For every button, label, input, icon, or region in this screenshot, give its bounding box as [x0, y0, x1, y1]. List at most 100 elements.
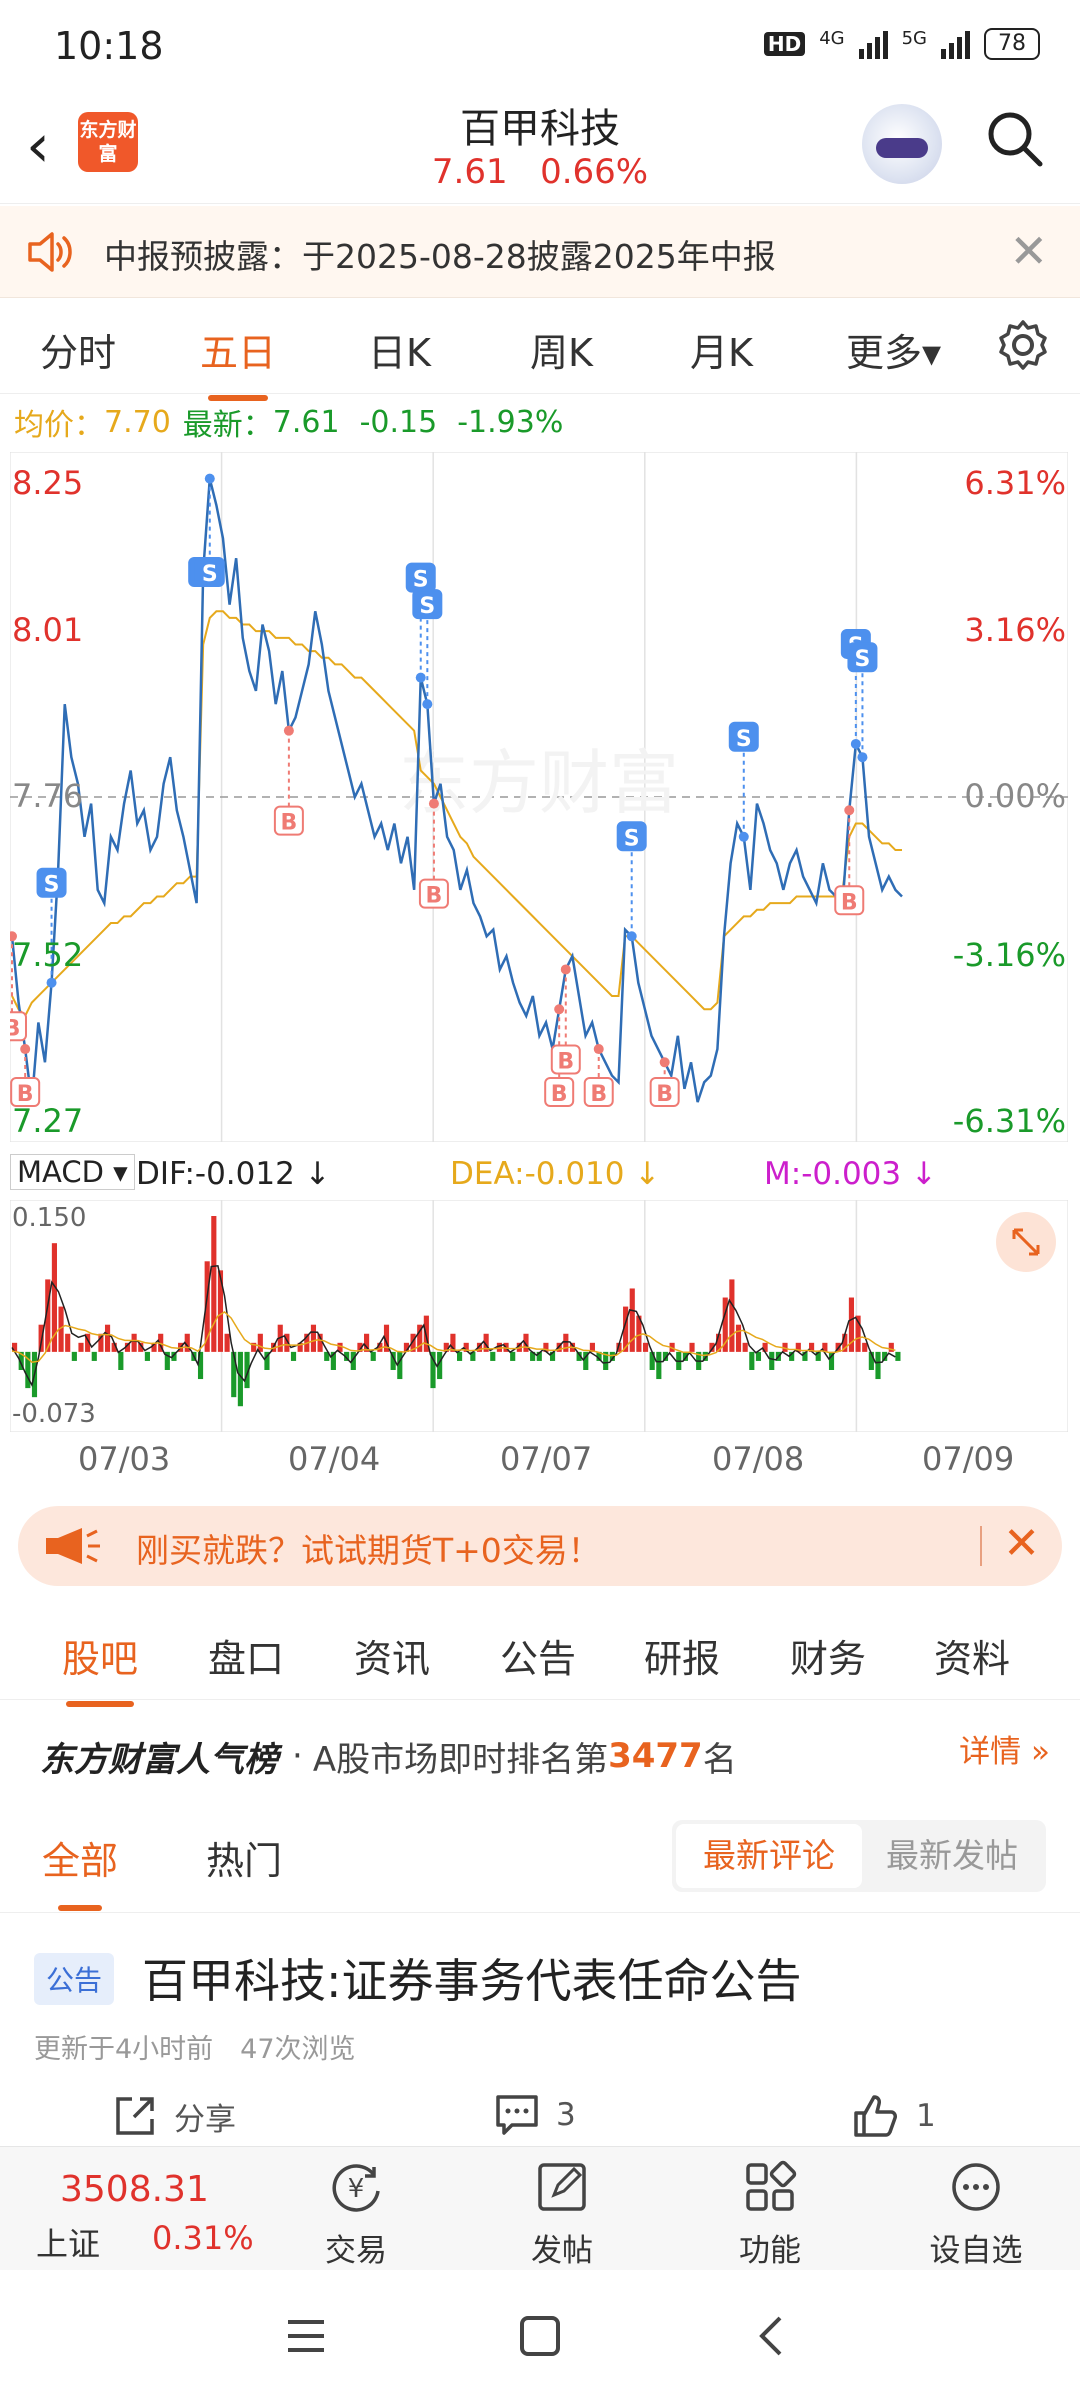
list-item[interactable]: 公告 百甲科技:证券事务代表任命公告 更新于4小时前 47次浏览 分享 3 1	[0, 1912, 1080, 2142]
trade-marker-dot	[738, 831, 749, 842]
date-label: 07/09	[922, 1440, 1015, 1478]
price-info-line: 均价： 7.70 最新： 7.61 -0.15 -1.93%	[14, 400, 563, 444]
edit-icon	[538, 2163, 586, 2211]
tab-news[interactable]: 资讯	[354, 1628, 430, 1683]
sort-latest-post[interactable]: 最新发帖	[862, 1824, 1042, 1888]
macd-bar	[290, 1351, 297, 1361]
futures-ad-banner[interactable]: 刚买就跌？试试期货T+0交易！ ✕	[18, 1506, 1062, 1586]
sort-toggle: 最新评论 最新发帖	[672, 1820, 1046, 1892]
back-nav-icon[interactable]	[756, 2314, 786, 2358]
macd-bar	[310, 1324, 317, 1352]
new-post-button[interactable]: 发帖	[492, 2157, 632, 2270]
macd-chart[interactable]: 0.150 -0.073	[10, 1200, 1068, 1432]
macd-bar	[71, 1351, 77, 1361]
y-tick-right: -6.31%	[953, 1102, 1066, 1140]
index-name[interactable]: 上证	[36, 2219, 100, 2265]
like-count: 1	[916, 2098, 936, 2134]
share-button[interactable]: 分享	[112, 2093, 236, 2139]
marker-label: S	[44, 873, 60, 898]
tab-five-day[interactable]: 五日	[200, 322, 276, 401]
tab-more[interactable]: 更多▾	[846, 322, 941, 377]
macd-bar	[257, 1333, 263, 1352]
y-tick-left: 8.01	[12, 611, 83, 649]
trade-marker-dot	[46, 977, 57, 988]
rank-number: 3477	[608, 1736, 703, 1776]
marker-label: B	[656, 1082, 673, 1107]
trade-marker-dot	[844, 805, 855, 816]
add-watchlist-button[interactable]: 设自选	[906, 2157, 1046, 2270]
more-dots-icon	[952, 2163, 1000, 2211]
trade-button[interactable]: ¥ 交易	[286, 2157, 426, 2270]
menu-icon[interactable]	[284, 2316, 328, 2356]
y-tick-left: 7.76	[12, 777, 83, 815]
ad-close-button[interactable]: ✕	[1003, 1518, 1040, 1569]
section-tabs: 股吧 盘口 资讯 公告 研报 财务 资料	[0, 1604, 1080, 1707]
filter-hot[interactable]: 热门	[206, 1830, 282, 1885]
marker-label: B	[551, 1082, 568, 1107]
rank-details-link[interactable]: 详情 »	[959, 1726, 1050, 1771]
latest-value: 7.61	[272, 404, 340, 440]
tab-announcements[interactable]: 公告	[500, 1628, 576, 1683]
marker-label: S	[855, 647, 871, 672]
rank-brand: 东方财富人气榜	[40, 1739, 278, 1780]
macd-bar	[895, 1351, 901, 1361]
macd-bar	[510, 1351, 516, 1361]
marker-label: S	[413, 568, 429, 593]
home-icon[interactable]	[518, 2314, 562, 2358]
index-value[interactable]: 3508.31	[60, 2169, 209, 2210]
tab-daily-k[interactable]: 日K	[368, 322, 431, 377]
tab-weekly-k[interactable]: 周K	[530, 322, 593, 377]
tab-profile[interactable]: 资料	[934, 1628, 1010, 1683]
announcement-badge: 公告	[34, 1953, 115, 2005]
macd-bar	[118, 1351, 124, 1370]
tab-research[interactable]: 研报	[644, 1628, 720, 1683]
five-day-price-chart[interactable]: 东方财富SSSSSSSSSBBBBBBBBB8.258.017.767.527.…	[10, 452, 1068, 1142]
tab-monthly-k[interactable]: 月K	[690, 322, 753, 377]
tab-pankou[interactable]: 盘口	[208, 1628, 284, 1683]
macd-bar	[735, 1324, 742, 1352]
stock-change-pct: 0.66%	[540, 152, 649, 192]
macd-bar	[131, 1333, 137, 1352]
marker-label: B	[557, 1049, 574, 1074]
macd-bar	[224, 1333, 230, 1352]
popularity-rank[interactable]: 东方财富人气榜 · A股市场即时排名第 3477 名 详情 »	[40, 1726, 1050, 1786]
filter-all[interactable]: 全部	[42, 1830, 118, 1911]
net-4g-label: 4G	[819, 28, 845, 49]
yuan-icon: ¥	[332, 2164, 380, 2212]
like-button[interactable]: 1	[852, 2093, 936, 2139]
sort-latest-comment[interactable]: 最新评论	[676, 1824, 862, 1888]
status-bar: 10:18 HD 4G 5G 78	[0, 0, 1080, 96]
assistant-avatar[interactable]	[862, 104, 942, 184]
marker-label: B	[10, 1016, 20, 1041]
battery-icon: 78	[984, 28, 1040, 60]
settings-gear-icon[interactable]	[996, 318, 1050, 372]
notice-close-button[interactable]: ✕	[1009, 224, 1048, 278]
comment-icon	[496, 2095, 538, 2135]
macd-bar	[457, 1351, 463, 1361]
macd-selector[interactable]: MACD ▾	[10, 1154, 135, 1190]
macd-bar	[397, 1351, 403, 1380]
y-tick-left: 8.25	[12, 464, 83, 502]
macd-bar	[742, 1342, 748, 1352]
macd-bar	[65, 1333, 71, 1352]
marker-label: B	[590, 1082, 607, 1107]
trade-marker-dot	[593, 1044, 604, 1055]
svg-text:¥: ¥	[348, 2174, 365, 2204]
tab-guba[interactable]: 股吧	[62, 1628, 138, 1707]
comment-button[interactable]: 3	[494, 2093, 576, 2137]
date-label: 07/04	[288, 1440, 381, 1478]
status-time: 10:18	[54, 24, 164, 68]
functions-button[interactable]: 功能	[700, 2157, 840, 2270]
tab-intraday[interactable]: 分时	[40, 322, 116, 377]
search-icon[interactable]	[984, 108, 1044, 168]
macd-bar	[888, 1342, 894, 1352]
macd-bar	[370, 1351, 376, 1361]
report-notice-banner[interactable]: 中报预披露：于2025-08-28披露2025年中报 ✕	[0, 206, 1080, 298]
tab-finance[interactable]: 财务	[790, 1628, 866, 1683]
dif-value: DIF:-0.012 ↓	[136, 1156, 331, 1192]
index-change-pct[interactable]: 0.31%	[152, 2219, 254, 2257]
trade-marker-dot	[626, 931, 637, 942]
post-title[interactable]: 百甲科技:证券事务代表任命公告	[142, 1945, 802, 2011]
y-tick-right: 6.31%	[964, 464, 1066, 502]
marker-label: B	[841, 890, 858, 915]
